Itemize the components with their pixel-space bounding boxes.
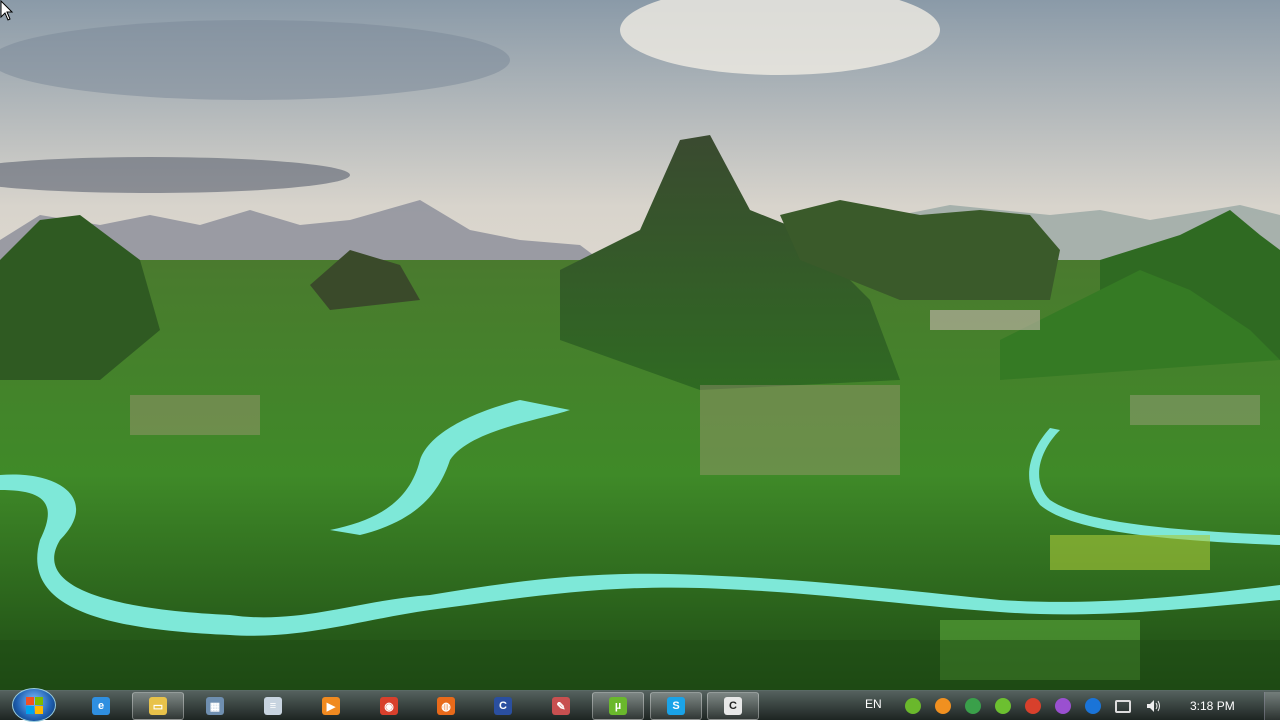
windows-explorer-icon: ▭ [149,697,167,715]
skype-icon: S [667,697,685,715]
taskbar-button-skype[interactable]: S [650,692,702,720]
taskbar-button-internet-explorer[interactable]: e [75,692,127,720]
taskbar-button-windows-explorer[interactable]: ▭ [132,692,184,720]
windows-logo-icon [25,696,43,714]
taskbar-button-app-shield[interactable]: C [477,692,529,720]
app-shield-icon: C [494,697,512,715]
paint-app-icon: ✎ [552,697,570,715]
firefox-icon: ◍ [437,697,455,715]
download-manager-tray-icon[interactable] [965,698,981,714]
internet-explorer-icon: e [92,697,110,715]
network-icon[interactable] [1115,700,1131,713]
utorrent-icon: µ [609,697,627,715]
taskbar-button-camtasia[interactable]: C [707,692,759,720]
camtasia-icon: C [724,697,742,715]
teamviewer-tray-icon[interactable] [1085,698,1101,714]
purple-pen-tray-icon[interactable] [1055,698,1071,714]
orange-app-tray-icon[interactable] [935,698,951,714]
taskbar-button-utorrent[interactable]: µ [592,692,644,720]
taskbar-button-media-player[interactable]: ▶ [305,692,357,720]
chrome-tray-icon[interactable] [1025,698,1041,714]
volume-icon[interactable] [1146,699,1162,715]
taskbar: e ▭ ▦ ≡ ▶ ◉ ◍ C ✎ µ S C EN 3:18 PM [0,688,1280,722]
utorrent-tray-icon[interactable] [905,698,921,714]
notepad-icon: ≡ [264,697,282,715]
taskbar-button-paint-app[interactable]: ✎ [535,692,587,720]
taskbar-button-calculator[interactable]: ▦ [189,692,241,720]
media-player-icon: ▶ [322,697,340,715]
taskbar-button-firefox[interactable]: ◍ [420,692,472,720]
landscape-wallpaper [0,0,1280,690]
language-indicator[interactable]: EN [865,697,882,711]
desktop-wallpaper [0,0,1280,690]
green-check-tray-icon[interactable] [995,698,1011,714]
calculator-icon: ▦ [206,697,224,715]
mouse-cursor-icon [0,0,14,21]
chrome-icon: ◉ [380,697,398,715]
taskbar-button-notepad[interactable]: ≡ [247,692,299,720]
taskbar-button-chrome[interactable]: ◉ [363,692,415,720]
start-button[interactable] [12,688,56,722]
clock[interactable]: 3:18 PM [1190,699,1235,713]
show-desktop-button[interactable] [1264,692,1280,720]
